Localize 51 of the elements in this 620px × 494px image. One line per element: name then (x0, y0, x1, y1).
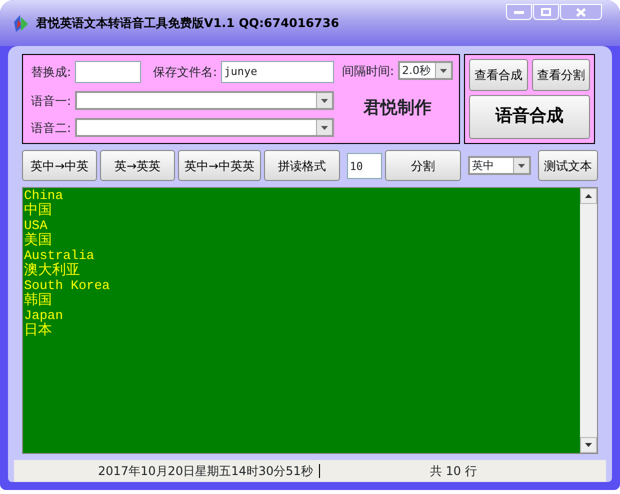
scroll-up-button[interactable] (580, 188, 597, 204)
text-line: 中国 (24, 203, 53, 218)
text-line: Australia (24, 248, 96, 263)
field-label: 语音一: (31, 92, 72, 110)
format-button[interactable]: 拼读格式 (264, 150, 340, 181)
field-label: 替换成: (31, 64, 72, 81)
dropdown-arrow-icon (440, 68, 447, 72)
app-logo-icon (12, 14, 30, 34)
datetime-text: 2017年10月20日星期五14时30分51秒 (98, 464, 320, 478)
text-line: 韩国 (24, 293, 53, 308)
test-text-button[interactable]: 测试文本 (538, 150, 598, 181)
view-button[interactable]: 查看合成 (469, 59, 528, 91)
maximize-button[interactable] (533, 4, 559, 20)
text-line: China (24, 188, 64, 203)
language-dropdown[interactable]: 英中 (468, 156, 532, 175)
down-arrow-icon (585, 443, 592, 447)
dropdown-arrow-icon (320, 126, 328, 130)
minimize-icon (514, 10, 524, 14)
synthesize-button[interactable]: 语音合成 (469, 95, 590, 139)
line-count-text: 共 10 行 (430, 463, 477, 480)
text-line: Japan (24, 308, 64, 323)
interval-dropdown[interactable]: 2.0秒 (398, 61, 453, 80)
format-button[interactable]: 英中→中英 (22, 150, 98, 181)
scroll-down-button[interactable] (580, 437, 597, 453)
voice-dropdown[interactable] (75, 91, 334, 110)
close-button[interactable] (560, 4, 602, 20)
brand-text: 君悦制作 (363, 97, 432, 120)
view-button[interactable]: 查看分割 (532, 59, 590, 91)
voice-dropdown[interactable] (75, 118, 334, 137)
text-line: 澳大利亚 (24, 263, 81, 278)
split-button[interactable]: 分割 (385, 150, 461, 181)
text-line: USA (24, 218, 48, 233)
minimize-button[interactable] (506, 4, 532, 20)
filename-field[interactable]: junye (221, 61, 334, 83)
field-label: 语音二: (31, 120, 72, 136)
format-button[interactable]: 英中→中英英 (178, 150, 262, 181)
up-arrow-icon (585, 194, 592, 198)
field-label: 间隔时间: (342, 62, 394, 80)
close-icon (576, 8, 586, 16)
text-line: South Korea (24, 278, 111, 293)
split-count-field[interactable]: 10 (346, 152, 382, 178)
dropdown-arrow-icon (518, 164, 526, 168)
window-title: 君悦英语文本转语音工具免费版V1.1 QQ:674016736 (36, 15, 340, 32)
format-button[interactable]: 英→英英 (100, 150, 175, 181)
text-area[interactable]: China 中国 USA 美国 Australia 澳大利亚 South Korea 韩国 Japan 日本 (22, 187, 598, 454)
field-label: 保存文件名: (153, 64, 218, 81)
maximize-icon (541, 8, 551, 16)
replace-field[interactable] (75, 61, 142, 83)
text-line: 美国 (24, 233, 53, 248)
text-line: 日本 (24, 323, 53, 338)
dropdown-arrow-icon (320, 98, 328, 102)
